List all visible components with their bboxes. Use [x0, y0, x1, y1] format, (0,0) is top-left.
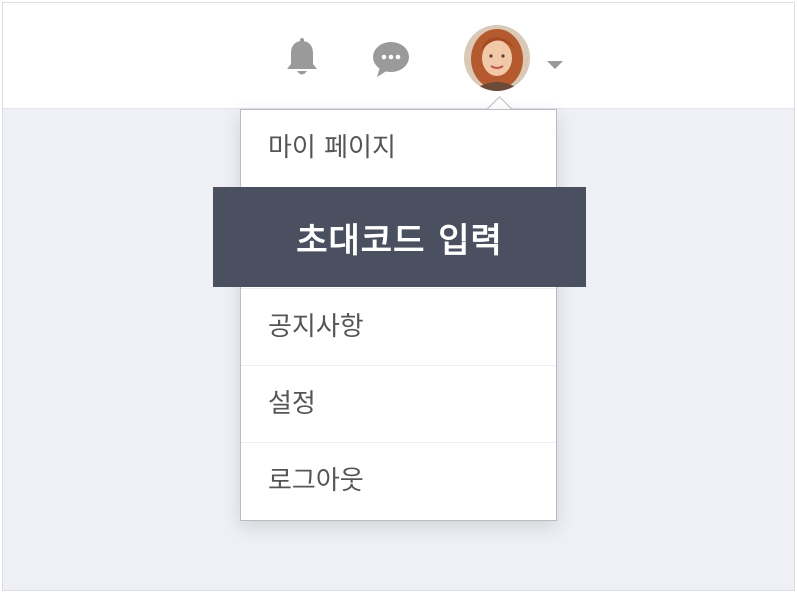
profile-dropdown-menu: 마이 페이지 공지사항 설정 로그아웃 [240, 109, 557, 521]
bell-icon[interactable] [281, 37, 323, 79]
menu-item-logout[interactable]: 로그아웃 [241, 442, 556, 518]
menu-item-notices[interactable]: 공지사항 [241, 288, 556, 364]
menu-item-settings[interactable]: 설정 [241, 365, 556, 441]
app-frame: 마이 페이지 공지사항 설정 로그아웃 초대코드 입력 [2, 2, 795, 591]
chevron-down-icon[interactable] [546, 55, 564, 69]
menu-item-my-page[interactable]: 마이 페이지 [241, 110, 556, 186]
top-navigation-bar [3, 3, 794, 109]
chat-bubble-icon[interactable] [371, 39, 411, 79]
menu-item-invite-code[interactable]: 초대코드 입력 [213, 187, 586, 287]
avatar[interactable] [464, 25, 530, 91]
